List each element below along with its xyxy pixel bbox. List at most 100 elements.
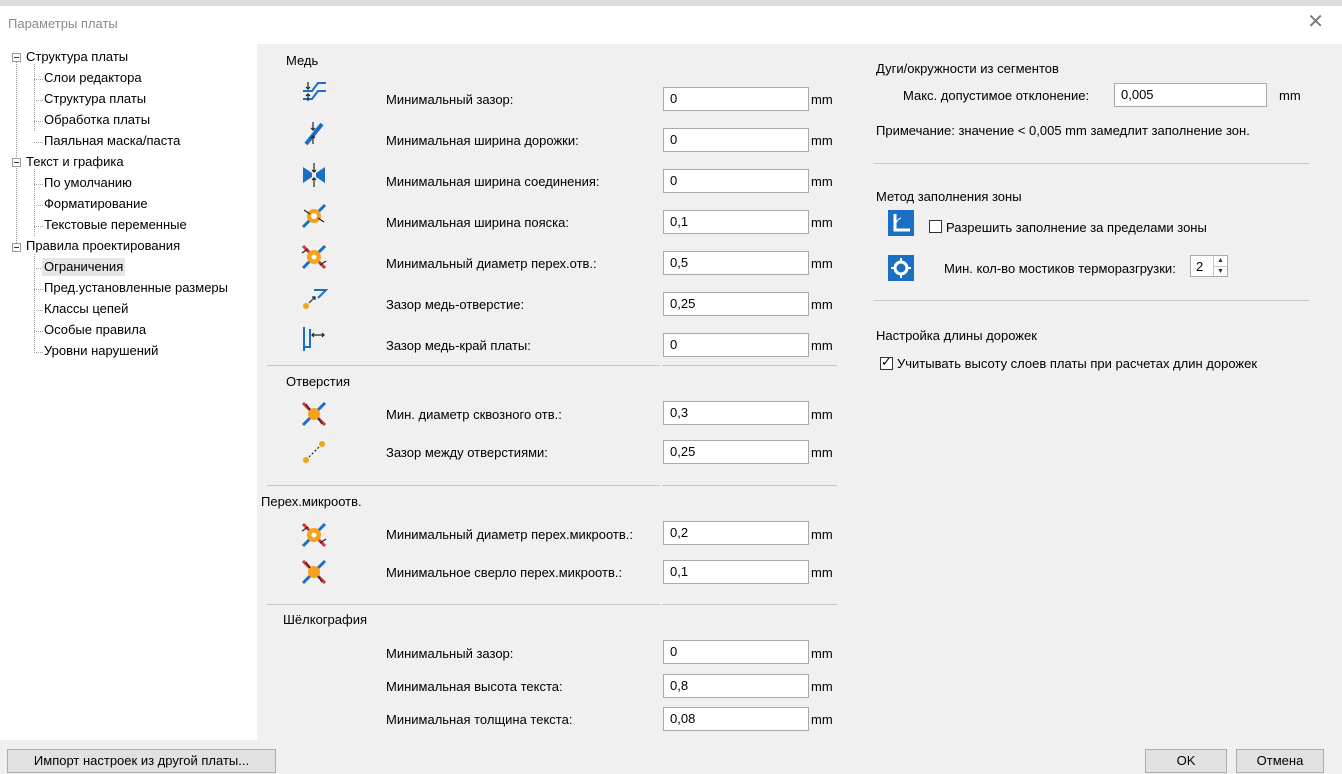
through-hole-icon xyxy=(301,401,327,427)
min-via-diameter-label: Минимальный диаметр перех.отв.: xyxy=(386,256,597,271)
unit-label: mm xyxy=(811,256,833,271)
min-spokes-value: 2 xyxy=(1196,259,1204,274)
min-through-hole-input[interactable]: 0,3 xyxy=(663,401,809,425)
holes-heading: Отверстия xyxy=(286,374,351,389)
tree-item-defaults[interactable]: По умолчанию xyxy=(44,174,132,192)
tree-item-net-classes[interactable]: Классы цепей xyxy=(44,300,128,318)
tree-item-custom-rules[interactable]: Особые правила xyxy=(44,321,146,339)
tree-item-text-graphics[interactable]: Текст и графика xyxy=(26,153,124,171)
unit-label: mm xyxy=(1279,88,1301,103)
hole-to-hole-input[interactable]: 0,25 xyxy=(663,440,809,464)
annular-ring-icon xyxy=(301,203,327,229)
unit-label: mm xyxy=(811,174,833,189)
cancel-button[interactable]: Отмена xyxy=(1236,749,1324,773)
allow-outside-checkbox[interactable] xyxy=(929,220,942,233)
tree-item-violation-severity[interactable]: Уровни нарушений xyxy=(44,342,158,360)
spin-up-icon[interactable]: ▲ xyxy=(1214,256,1227,266)
min-via-diameter-input[interactable]: 0,5 xyxy=(663,251,809,275)
min-track-width-label: Минимальная ширина дорожки: xyxy=(386,133,579,148)
settings-tree: Структура платы Слои редактора Структура… xyxy=(0,44,257,740)
via-diameter-icon xyxy=(301,244,327,270)
tree-item-constraints[interactable]: Ограничения xyxy=(42,258,126,276)
unit-label: mm xyxy=(811,712,833,727)
separator xyxy=(874,163,1309,164)
separator xyxy=(267,604,660,605)
min-through-hole-label: Мин. диаметр сквозного отв.: xyxy=(386,407,562,422)
min-microvia-diameter-input[interactable]: 0,2 xyxy=(663,521,809,545)
track-width-icon xyxy=(304,122,324,146)
min-spokes-spinner[interactable]: 2 ▲ ▼ xyxy=(1190,255,1228,277)
unit-label: mm xyxy=(811,445,833,460)
tree-item-physical-stackup[interactable]: Структура платы xyxy=(44,90,146,108)
tree-item-formatting[interactable]: Форматирование xyxy=(44,195,148,213)
silk-min-text-height-input[interactable]: 0,8 xyxy=(663,674,809,698)
unit-label: mm xyxy=(811,133,833,148)
unit-label: mm xyxy=(811,527,833,542)
unit-label: mm xyxy=(811,215,833,230)
copper-edge-clearance-input[interactable]: 0 xyxy=(663,333,809,357)
silk-min-clearance-input[interactable]: 0 xyxy=(663,640,809,664)
edge-clearance-icon xyxy=(303,327,325,351)
copper-hole-clearance-label: Зазор медь-отверстие: xyxy=(386,297,525,312)
track-length-heading: Настройка длины дорожек xyxy=(876,328,1037,343)
unit-label: mm xyxy=(811,407,833,422)
arcs-heading: Дуги/окружности из сегментов xyxy=(876,61,1059,76)
clearance-icon xyxy=(303,82,326,101)
min-annular-width-label: Минимальная ширина пояска: xyxy=(386,215,569,230)
hole-to-hole-label: Зазор между отверстиями: xyxy=(386,445,548,460)
min-connection-width-label: Минимальная ширина соединения: xyxy=(386,174,600,189)
silk-min-text-height-label: Минимальная высота текста: xyxy=(386,679,563,694)
min-connection-width-input[interactable]: 0 xyxy=(663,169,809,193)
thermal-spokes-icon xyxy=(888,255,914,281)
microvia-drill-icon xyxy=(301,559,327,585)
tree-item-board-stackup[interactable]: Структура платы xyxy=(26,48,128,66)
tree-item-design-rules[interactable]: Правила проектирования xyxy=(26,237,180,255)
collapse-icon[interactable] xyxy=(12,158,21,167)
ok-button[interactable]: OK xyxy=(1145,749,1227,773)
unit-label: mm xyxy=(811,92,833,107)
separator xyxy=(874,300,1309,301)
hole-clearance-icon xyxy=(303,289,328,309)
arcs-note: Примечание: значение < 0,005 mm замедлит… xyxy=(876,123,1250,138)
tree-item-board-finish[interactable]: Обработка платы xyxy=(44,111,150,129)
tree-item-editor-layers[interactable]: Слои редактора xyxy=(44,69,142,87)
silkscreen-heading: Шёлкография xyxy=(283,612,367,627)
tree-item-solder-mask[interactable]: Паяльная маска/паста xyxy=(44,132,180,150)
use-stackup-checkbox[interactable] xyxy=(880,354,893,370)
unit-label: mm xyxy=(811,646,833,661)
silk-min-clearance-label: Минимальный зазор: xyxy=(386,646,514,661)
spin-down-icon[interactable]: ▼ xyxy=(1214,266,1227,276)
copper-hole-clearance-input[interactable]: 0,25 xyxy=(663,292,809,316)
unit-label: mm xyxy=(811,565,833,580)
max-error-input[interactable]: 0,005 xyxy=(1114,83,1267,107)
separator xyxy=(662,604,837,605)
constraints-panel: Медь Минимальный зазор: 0 mm Минимальная… xyxy=(257,44,1342,740)
collapse-icon[interactable] xyxy=(12,243,21,252)
copper-clearance-label: Минимальный зазор: xyxy=(386,92,514,107)
window-title: Параметры платы xyxy=(8,16,118,31)
dialog-footer: Импорт настроек из другой платы... OK От… xyxy=(0,740,1342,774)
import-settings-button[interactable]: Импорт настроек из другой платы... xyxy=(7,749,276,773)
copper-edge-clearance-label: Зазор медь-край платы: xyxy=(386,338,531,353)
collapse-icon[interactable] xyxy=(12,53,21,62)
separator xyxy=(267,365,660,366)
copper-clearance-input[interactable]: 0 xyxy=(663,87,809,111)
tree-line xyxy=(16,58,17,249)
min-annular-width-input[interactable]: 0,1 xyxy=(663,210,809,234)
separator xyxy=(662,365,837,366)
microvias-heading: Перех.микроотв. xyxy=(261,494,362,509)
min-microvia-diameter-label: Минимальный диаметр перех.микроотв.: xyxy=(386,527,633,542)
tree-item-predefined-sizes[interactable]: Пред.установленные размеры xyxy=(44,279,228,297)
tree-item-text-variables[interactable]: Текстовые переменные xyxy=(44,216,187,234)
min-microvia-drill-input[interactable]: 0,1 xyxy=(663,560,809,584)
min-track-width-input[interactable]: 0 xyxy=(663,128,809,152)
close-icon[interactable]: ✕ xyxy=(1307,12,1324,32)
unit-label: mm xyxy=(811,679,833,694)
unit-label: mm xyxy=(811,297,833,312)
separator xyxy=(267,485,660,486)
max-error-label: Макс. допустимое отклонение: xyxy=(903,88,1090,103)
unit-label: mm xyxy=(811,338,833,353)
spinner-arrows[interactable]: ▲ ▼ xyxy=(1213,256,1227,276)
silk-min-text-thickness-input[interactable]: 0,08 xyxy=(663,707,809,731)
silk-min-text-thickness-label: Минимальная толщина текста: xyxy=(386,712,573,727)
